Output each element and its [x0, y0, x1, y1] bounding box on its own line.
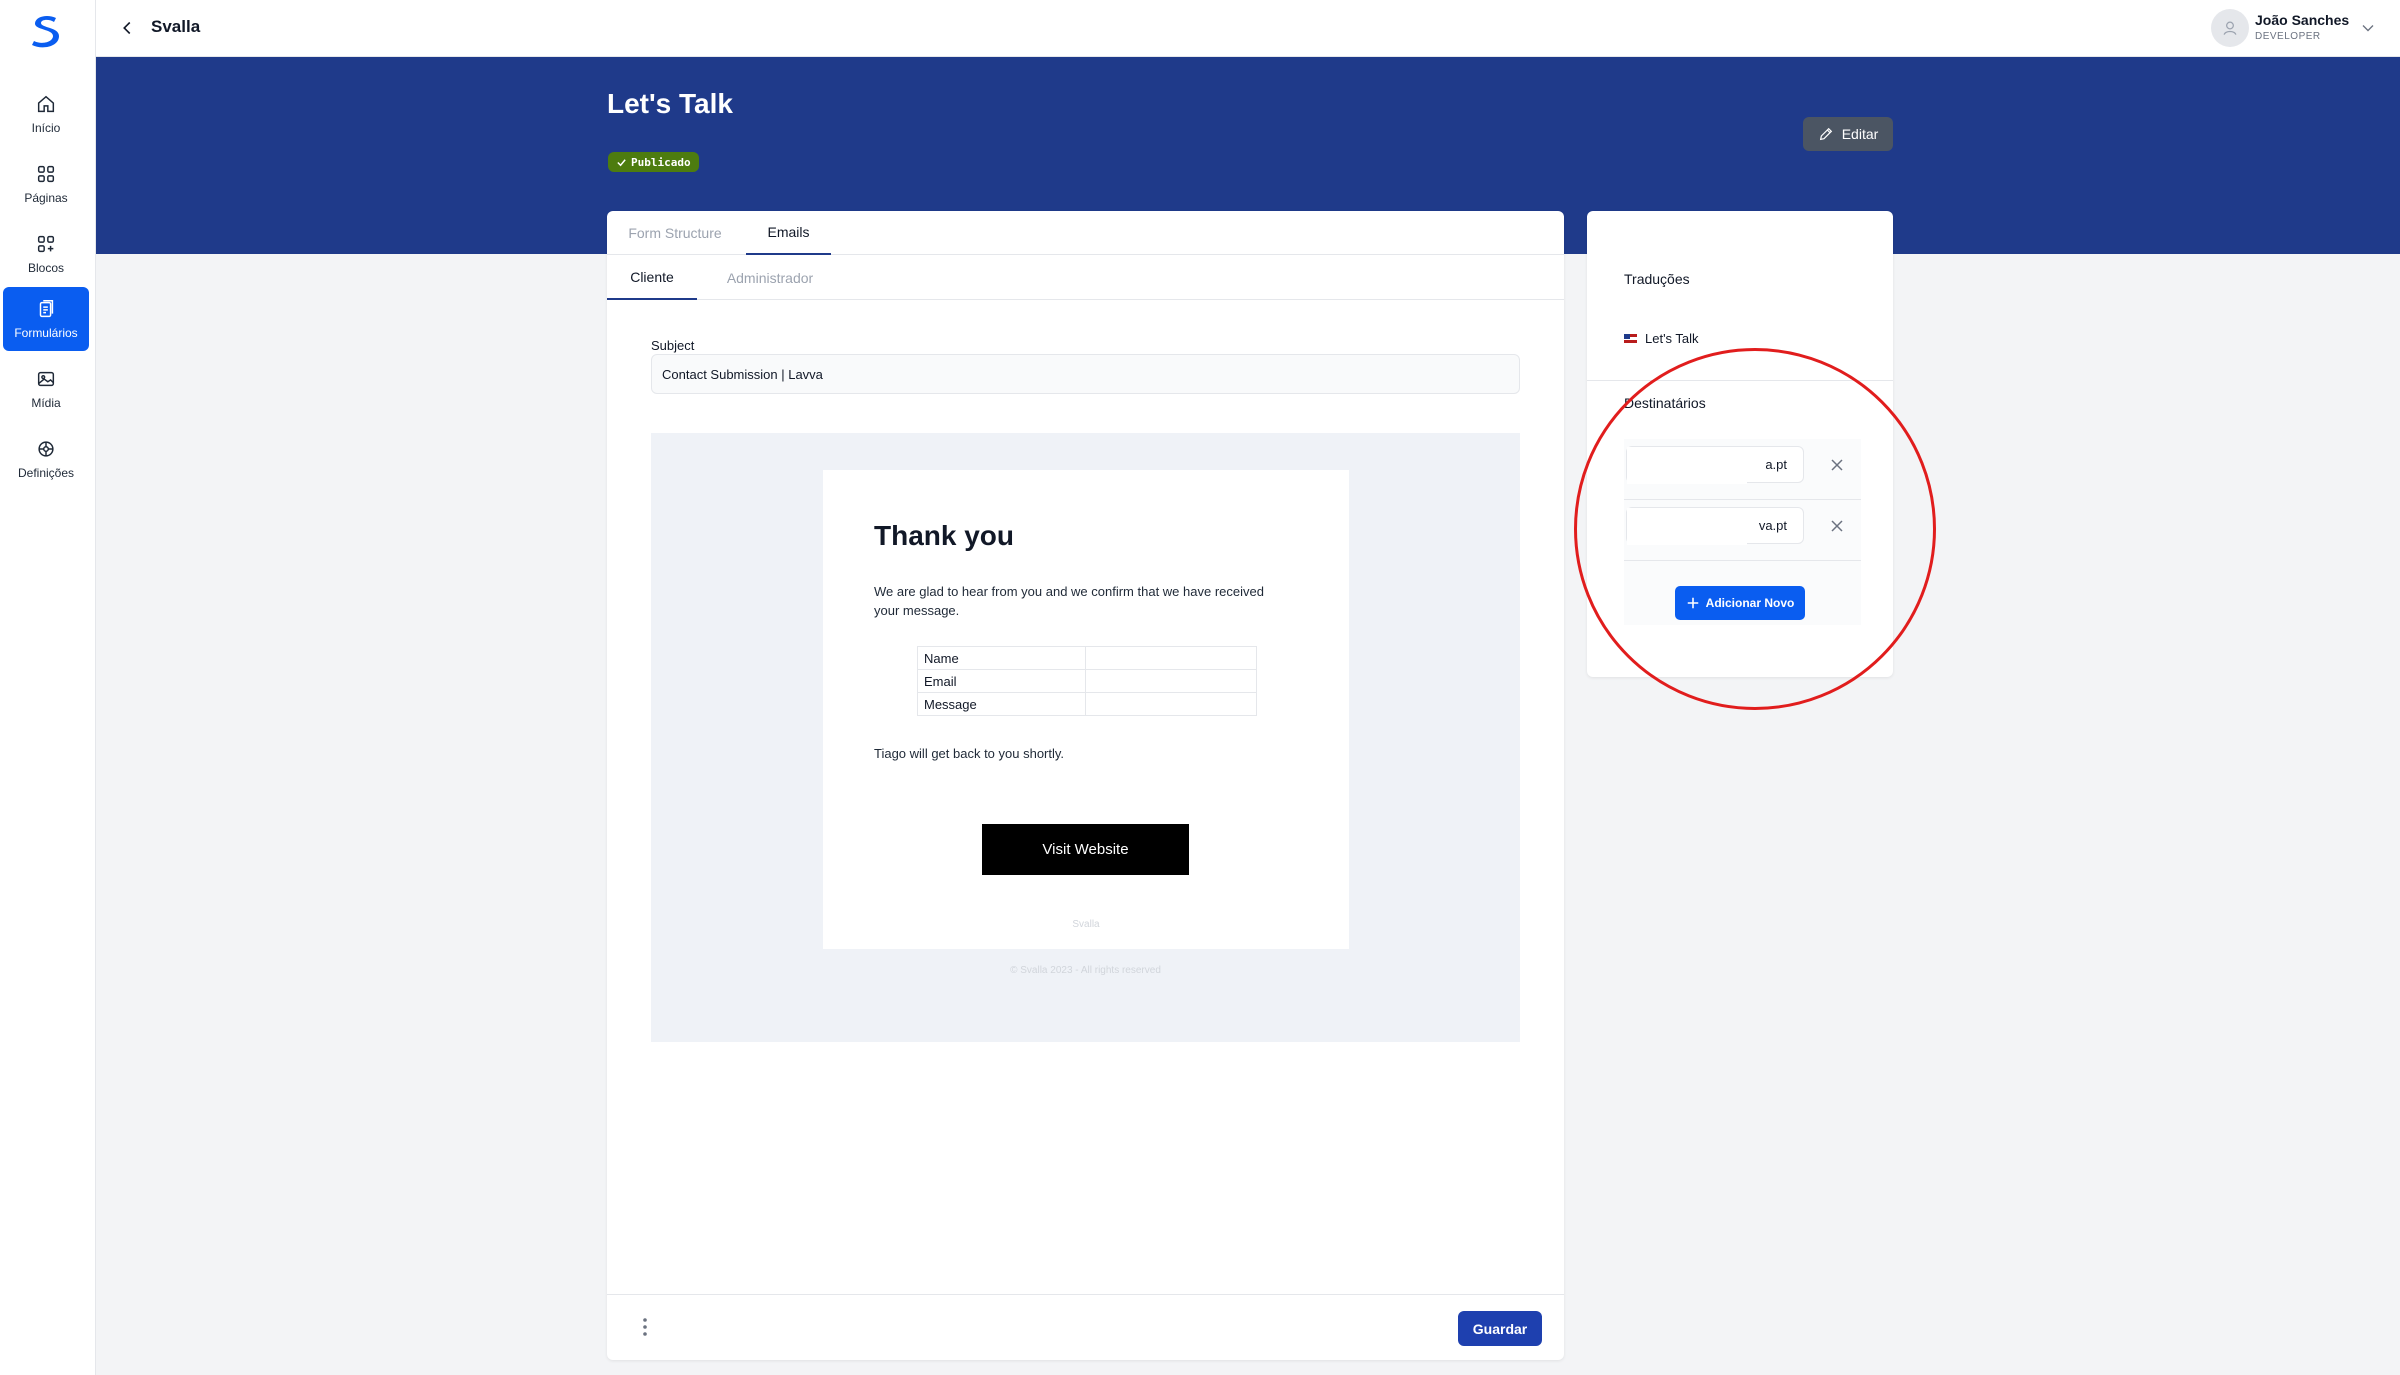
field-value: [1085, 669, 1257, 693]
user-name: João Sanches: [2255, 12, 2350, 28]
top-bar: Svalla João Sanches DEVELOPER: [96, 0, 2400, 57]
edit-label: Editar: [1841, 126, 1879, 142]
pencil-icon: [1819, 127, 1832, 141]
subtab-cliente[interactable]: Cliente: [607, 255, 697, 300]
tab-form-structure[interactable]: Form Structure: [620, 211, 730, 255]
sidebar-item-label: Blocos: [27, 261, 65, 275]
grid-icon: [37, 165, 55, 183]
image-icon: [37, 371, 55, 387]
close-icon[interactable]: [1829, 518, 1845, 534]
main-card: Form Structure Emails Cliente Administra…: [607, 211, 1564, 1360]
redaction: [1627, 447, 1747, 484]
recipients-title: Destinatários: [1624, 395, 1706, 411]
more-options-icon[interactable]: [635, 1315, 655, 1339]
sidebar-item-midia[interactable]: Mídia: [3, 357, 89, 421]
app-name: Svalla: [151, 17, 201, 36]
redaction: [1627, 508, 1747, 545]
subtabs: Cliente Administrador: [607, 255, 1564, 300]
translation-label: Let's Talk: [1645, 331, 1699, 346]
table-row: Message: [917, 692, 1257, 716]
email-followup: Tiago will get back to you shortly.: [874, 746, 1065, 761]
field-name: Message: [917, 692, 1086, 716]
settings-icon: [38, 441, 54, 457]
field-name: Name: [917, 646, 1086, 670]
table-row: Email: [917, 669, 1257, 693]
sidebar-item-label: Formulários: [14, 326, 78, 340]
edit-button[interactable]: Editar: [1803, 117, 1893, 151]
sidebar-item-label: Início: [31, 121, 61, 135]
add-label: Adicionar Novo: [1705, 596, 1795, 610]
status-label: Publicado: [631, 155, 691, 169]
back-icon[interactable]: [116, 17, 138, 39]
forms-icon: [39, 300, 54, 318]
fields-table: Name Email Message: [917, 646, 1257, 716]
field-name: Email: [917, 669, 1086, 693]
page-title: Let's Talk: [607, 88, 733, 119]
check-icon: [617, 158, 626, 166]
home-icon: [37, 95, 55, 113]
email-heading: Thank you: [874, 520, 1015, 551]
add-recipient-button[interactable]: Adicionar Novo: [1675, 586, 1805, 620]
card-footer: Guardar: [607, 1294, 1564, 1360]
translations-title: Traduções: [1624, 271, 1690, 287]
divider: [1587, 380, 1893, 381]
recipient-email-input[interactable]: a.pt: [1626, 446, 1804, 484]
sidebar-item-blocos[interactable]: Blocos: [3, 222, 89, 286]
tabs: Form Structure Emails: [607, 211, 1564, 255]
list-item: a.pt: [1624, 439, 1861, 500]
subtab-administrador[interactable]: Administrador: [710, 255, 830, 300]
plus-icon: [1687, 597, 1698, 609]
sidebar: Início Páginas Blocos Formulários Mídia …: [0, 0, 96, 1375]
field-value: [1085, 692, 1257, 716]
save-button[interactable]: Guardar: [1458, 1311, 1542, 1346]
visit-website-button[interactable]: Visit Website: [982, 824, 1189, 875]
sidebar-item-label: Mídia: [31, 396, 61, 410]
subject-label: Subject: [651, 338, 695, 353]
status-badge: Publicado: [608, 152, 699, 172]
recipient-email-suffix: a.pt: [1765, 457, 1787, 472]
list-item: va.pt: [1624, 500, 1861, 561]
table-row: Name: [917, 646, 1257, 670]
chevron-down-icon[interactable]: [2358, 18, 2378, 38]
sidebar-item-label: Definições: [17, 466, 75, 480]
email-message: We are glad to hear from you and we conf…: [874, 584, 1264, 618]
sidebar-item-paginas[interactable]: Páginas: [3, 152, 89, 216]
tab-emails[interactable]: Emails: [746, 211, 831, 255]
email-body: Thank you We are glad to hear from you a…: [823, 470, 1349, 949]
close-icon[interactable]: [1829, 457, 1845, 473]
blocks-icon: [37, 235, 55, 253]
sidebar-item-inicio[interactable]: Início: [3, 82, 89, 146]
avatar[interactable]: [2211, 9, 2249, 47]
sidebar-item-formularios[interactable]: Formulários: [3, 287, 89, 351]
us-flag-icon: [1624, 334, 1637, 343]
subject-input[interactable]: [651, 354, 1520, 394]
sidebar-item-definicoes[interactable]: Definições: [3, 427, 89, 491]
svalla-logo-icon[interactable]: [26, 10, 66, 50]
user-icon: [2223, 21, 2237, 35]
field-value: [1085, 646, 1257, 670]
recipient-email-input[interactable]: va.pt: [1626, 507, 1804, 545]
user-role: DEVELOPER: [2255, 31, 2321, 42]
recipient-email-suffix: va.pt: [1758, 518, 1787, 533]
email-copyright: © Svalla 2023 - All rights reserved: [1010, 965, 1161, 976]
email-preview: Thank you We are glad to hear from you a…: [651, 433, 1520, 1042]
translation-item[interactable]: Let's Talk: [1624, 331, 1699, 346]
sidebar-item-label: Páginas: [24, 191, 68, 205]
email-brand: Svalla: [1072, 919, 1100, 930]
